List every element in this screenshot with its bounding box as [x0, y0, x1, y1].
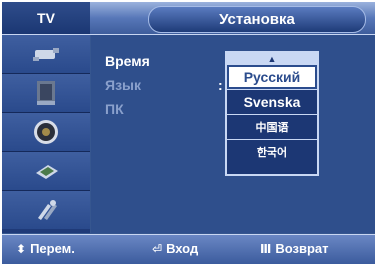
sidebar-item-input[interactable]: [2, 35, 90, 74]
language-option-chinese[interactable]: 中国语: [227, 114, 317, 139]
menu-title-label: Установка: [219, 11, 295, 28]
sidebar-item-picture[interactable]: [2, 74, 90, 113]
hint-enter-label: Вход: [166, 241, 199, 256]
setup-icon: [38, 200, 57, 220]
sidebar-item-sound[interactable]: [2, 113, 90, 152]
tv-osd-screen: TV Установка Время Язык ПК: ▲ Русский S…: [2, 2, 375, 264]
picture-icon: [37, 81, 55, 105]
settings-menu: Время Язык ПК : ▲ Русский Svenska 中国语 한국…: [91, 35, 375, 233]
sidebar-icon-column: [2, 35, 90, 233]
hint-return: Ⅲ Возврат: [260, 241, 329, 256]
menu-title: Установка: [148, 6, 366, 33]
menu-item-pc[interactable]: ПК: [105, 101, 124, 117]
hint-enter: ⏎ Вход: [152, 241, 198, 256]
hint-move-label: Перем.: [30, 241, 75, 256]
input-icon: [33, 48, 59, 61]
language-option-korean[interactable]: 한국어: [227, 139, 317, 164]
hint-return-label: Возврат: [275, 241, 329, 256]
language-option-swedish[interactable]: Svenska: [227, 89, 317, 114]
scroll-up-arrow-icon[interactable]: ▲: [227, 53, 317, 65]
header-bar: TV Установка: [2, 2, 375, 34]
tv-tab-label: TV: [37, 10, 55, 26]
footer-hint-bar: ⬍ Перем. ⏎ Вход Ⅲ Возврат: [2, 234, 375, 264]
sidebar-item-setup[interactable]: [2, 191, 90, 229]
sidebar-item-channel[interactable]: [2, 152, 90, 191]
tv-tab[interactable]: TV: [2, 2, 90, 34]
language-colon: :: [218, 77, 223, 93]
sound-icon: [34, 120, 58, 144]
menu-item-time[interactable]: Время: [105, 53, 150, 69]
hint-move: ⬍ Перем.: [16, 241, 75, 256]
language-option-russian[interactable]: Русский: [227, 65, 317, 89]
enter-icon: ⏎: [152, 241, 163, 256]
updown-arrow-icon: ⬍: [16, 241, 27, 256]
menu-item-language[interactable]: Язык: [105, 77, 141, 93]
return-icon: Ⅲ: [260, 241, 272, 256]
language-dropdown[interactable]: ▲ Русский Svenska 中国语 한국어: [225, 51, 319, 176]
channel-icon: [36, 165, 58, 179]
